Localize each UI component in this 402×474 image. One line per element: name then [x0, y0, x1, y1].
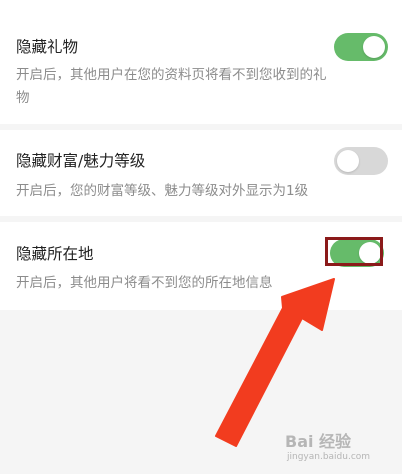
baidu-jingyan-watermark: Bai 经验 jingyan.baidu.com	[285, 428, 397, 470]
privacy-settings-page: 隐藏礼物 开启后，其他用户在您的资料页将看不到您收到的礼物 隐藏财富/魅力等级 …	[0, 0, 402, 474]
watermark-url: jingyan.baidu.com	[287, 452, 371, 462]
annotation-arrow-icon	[215, 278, 335, 447]
watermark-logo: Bai 经验	[285, 432, 352, 451]
